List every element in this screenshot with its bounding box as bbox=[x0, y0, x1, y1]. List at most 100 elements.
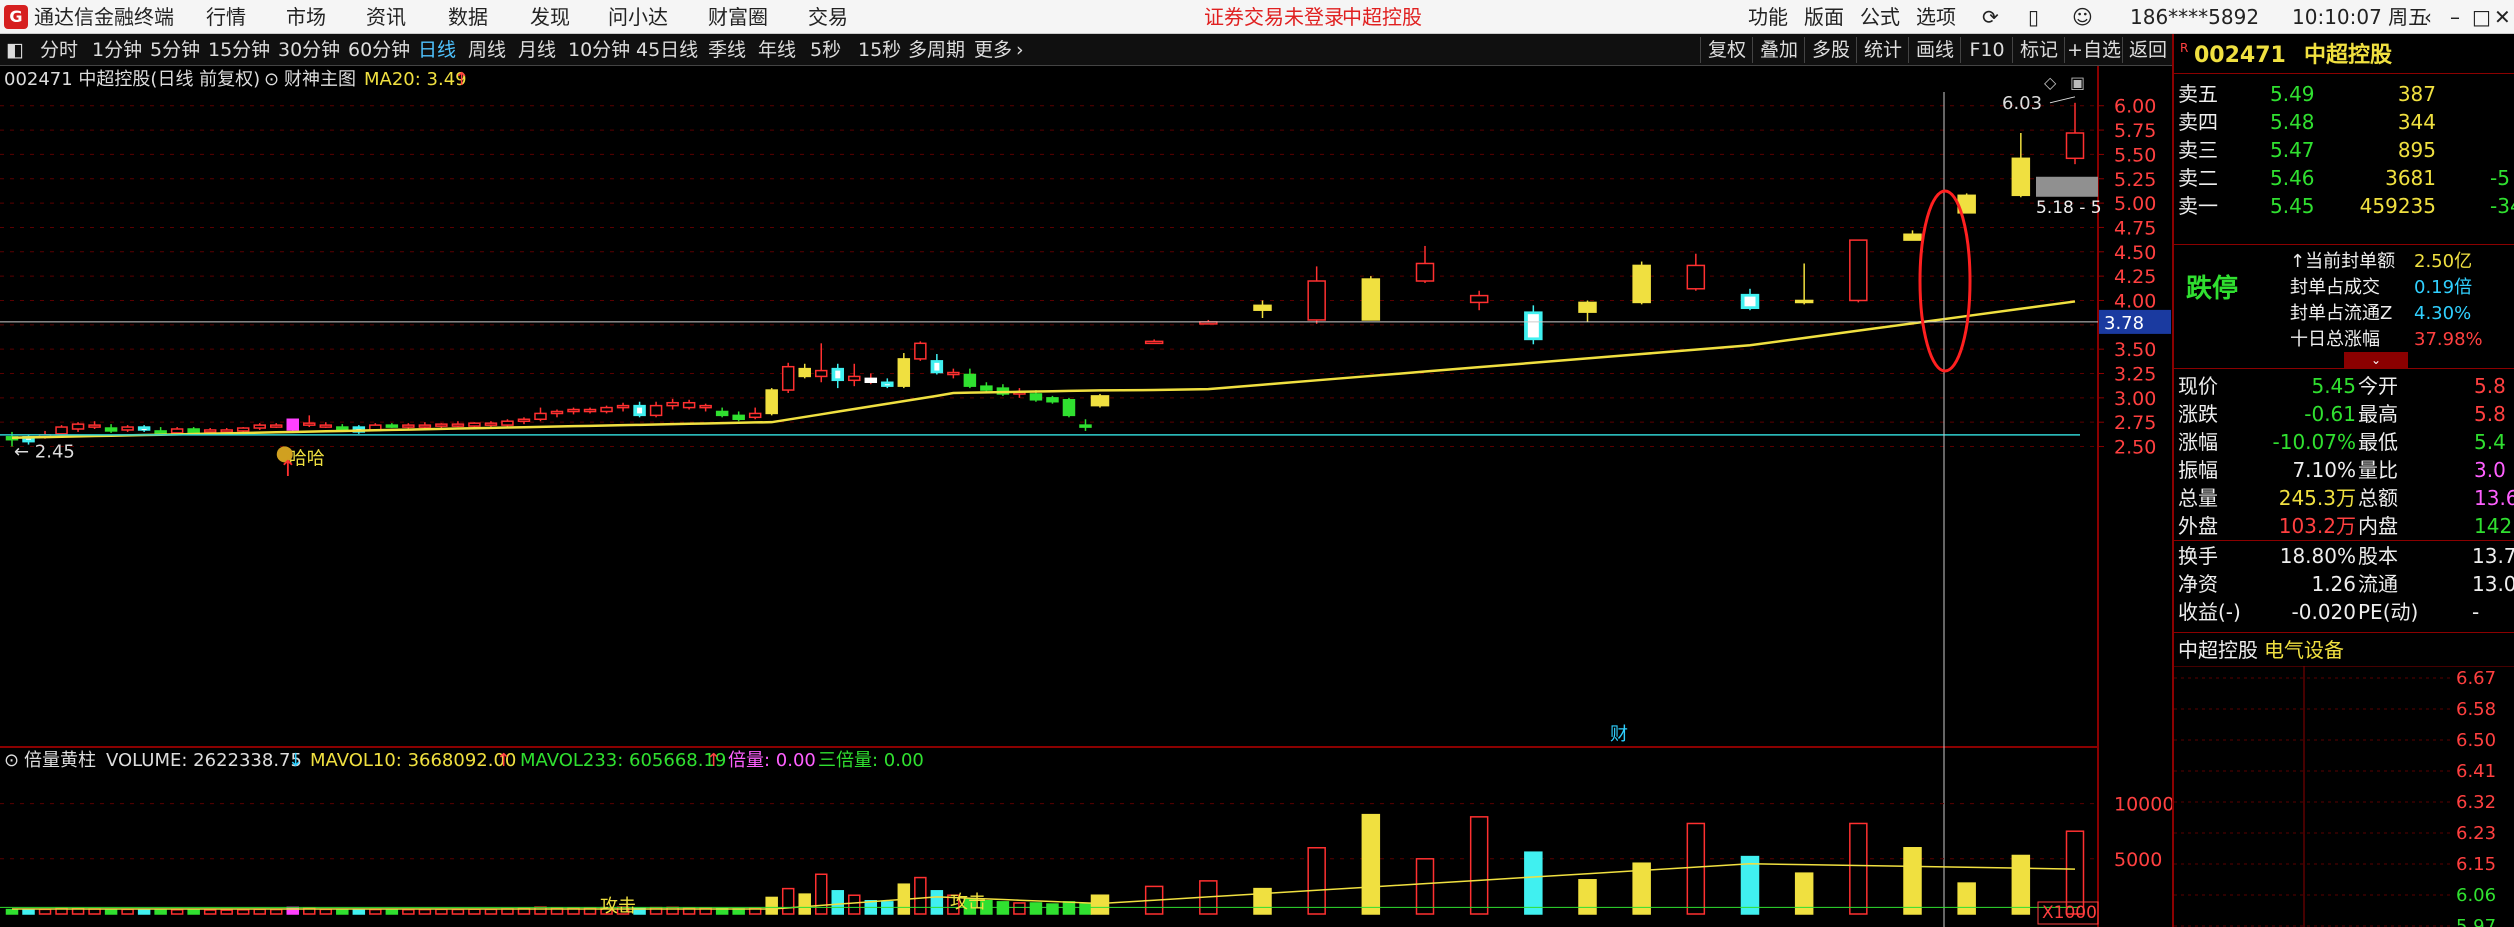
candle[interactable] bbox=[286, 418, 300, 431]
candle[interactable] bbox=[798, 363, 811, 379]
volume-bar[interactable] bbox=[352, 909, 366, 915]
candle[interactable] bbox=[914, 341, 927, 361]
candle[interactable] bbox=[137, 425, 151, 432]
volume-bar[interactable] bbox=[881, 901, 894, 915]
volume-bar[interactable] bbox=[1469, 816, 1489, 915]
back-arrow-icon[interactable]: ‹ bbox=[2424, 0, 2432, 34]
ask-row[interactable]: 卖四 5.48 344 bbox=[2174, 108, 2514, 136]
tab-season[interactable]: 季线 bbox=[708, 34, 746, 66]
phone-icon[interactable]: ▯ bbox=[2028, 0, 2039, 34]
volume-bar[interactable] bbox=[914, 876, 927, 915]
more-chevron-icon[interactable]: › bbox=[1016, 34, 1024, 66]
candle[interactable] bbox=[484, 421, 498, 428]
volume-bar[interactable] bbox=[1849, 822, 1868, 915]
candle[interactable] bbox=[682, 399, 696, 410]
candle[interactable] bbox=[319, 422, 333, 429]
volume-indicator-icon[interactable]: ⊙ bbox=[4, 747, 19, 775]
volume-indicator-name[interactable]: 倍量黄柱 bbox=[24, 747, 96, 775]
volume-bar[interactable] bbox=[1524, 851, 1543, 915]
volume-bar[interactable] bbox=[220, 909, 233, 915]
volume-bar[interactable] bbox=[187, 909, 200, 915]
candle[interactable] bbox=[1578, 300, 1597, 322]
tab-45day[interactable]: 45日线 bbox=[636, 34, 698, 66]
candle[interactable] bbox=[550, 409, 564, 418]
volume-bar[interactable] bbox=[385, 909, 399, 915]
tab-5sec[interactable]: 5秒 bbox=[810, 34, 841, 66]
candle[interactable] bbox=[1849, 239, 1868, 303]
candle[interactable] bbox=[104, 424, 118, 433]
candle[interactable] bbox=[1794, 263, 1814, 305]
close-icon[interactable]: ✕ bbox=[2494, 0, 2511, 34]
candle[interactable] bbox=[831, 363, 845, 389]
ask-row[interactable]: 卖三 5.47 895 bbox=[2174, 136, 2514, 164]
candle[interactable] bbox=[1524, 305, 1543, 345]
menu-item-xuanxiang[interactable]: 选项 bbox=[1916, 0, 1956, 34]
candle[interactable] bbox=[1469, 290, 1489, 311]
candle[interactable] bbox=[1632, 261, 1651, 305]
tab-monthly[interactable]: 月线 bbox=[518, 34, 556, 66]
volume-bar[interactable] bbox=[170, 909, 184, 915]
back-button[interactable]: 返回 bbox=[2124, 34, 2172, 66]
candle[interactable] bbox=[715, 407, 729, 418]
menu-item-faxian[interactable]: 发现 bbox=[530, 0, 570, 34]
volume-bar[interactable] bbox=[1578, 879, 1597, 915]
volume-bar[interactable] bbox=[418, 908, 432, 915]
menu-item-caifuquan[interactable]: 财富圈 bbox=[708, 0, 768, 34]
candle[interactable] bbox=[881, 378, 894, 389]
candle[interactable] bbox=[848, 363, 861, 387]
menu-item-banmian[interactable]: 版面 bbox=[1804, 0, 1844, 34]
tab-1min[interactable]: 1分钟 bbox=[92, 34, 142, 66]
volume-bar[interactable] bbox=[5, 908, 19, 915]
volume-bar[interactable] bbox=[1090, 894, 1110, 915]
ask-row[interactable]: 卖二 5.46 3681 -5 bbox=[2174, 164, 2514, 192]
menu-item-zixun[interactable]: 资讯 bbox=[366, 0, 406, 34]
menu-item-shuju[interactable]: 数据 bbox=[448, 0, 488, 34]
candle[interactable] bbox=[1079, 419, 1092, 431]
candle[interactable] bbox=[666, 398, 679, 410]
candle[interactable] bbox=[748, 407, 762, 420]
user-phone[interactable]: 186****5892 bbox=[2130, 0, 2259, 34]
candle[interactable] bbox=[732, 411, 745, 422]
kline-chart[interactable]: 6.005.755.505.255.004.754.504.254.003.75… bbox=[0, 66, 2172, 927]
volume-bar[interactable] bbox=[435, 908, 448, 915]
login-warning[interactable]: 证券交易未登录 bbox=[1204, 0, 1344, 34]
volume-bar[interactable] bbox=[534, 906, 547, 915]
candle[interactable] bbox=[897, 353, 911, 389]
volume-bar[interactable] bbox=[930, 890, 944, 915]
candle[interactable] bbox=[402, 423, 415, 429]
candle[interactable] bbox=[71, 422, 85, 432]
candle[interactable] bbox=[616, 402, 630, 412]
volume-bar[interactable] bbox=[22, 909, 35, 915]
candle[interactable] bbox=[269, 423, 283, 429]
candle[interactable] bbox=[534, 407, 547, 422]
candle[interactable] bbox=[1903, 230, 1922, 241]
tab-yearly[interactable]: 年线 bbox=[758, 34, 796, 66]
candle[interactable] bbox=[517, 417, 531, 425]
tab-more[interactable]: 更多 bbox=[974, 34, 1012, 66]
collapse-chevron-icon[interactable]: ⌄ bbox=[2344, 352, 2408, 368]
menu-item-gongneng[interactable]: 功能 bbox=[1748, 0, 1788, 34]
volume-bar[interactable] bbox=[137, 908, 151, 915]
candle[interactable] bbox=[385, 423, 399, 429]
candle[interactable] bbox=[253, 423, 266, 430]
mark-button[interactable]: 标记 bbox=[2014, 34, 2064, 66]
tab-15sec[interactable]: 15秒 bbox=[858, 34, 901, 66]
volume-bar[interactable] bbox=[38, 908, 52, 915]
volume-bar[interactable] bbox=[121, 908, 134, 915]
candle[interactable] bbox=[980, 382, 993, 392]
volume-bar[interactable] bbox=[154, 909, 167, 915]
candle[interactable] bbox=[2011, 133, 2031, 198]
volume-bar[interactable] bbox=[336, 909, 349, 915]
volume-bar[interactable] bbox=[1029, 902, 1043, 915]
candle[interactable] bbox=[1046, 395, 1059, 404]
candle[interactable] bbox=[303, 415, 316, 428]
candle[interactable] bbox=[1253, 300, 1272, 318]
candle[interactable] bbox=[2065, 102, 2085, 165]
candle[interactable] bbox=[1740, 288, 1760, 311]
tab-5min[interactable]: 5分钟 bbox=[150, 34, 200, 66]
candle[interactable] bbox=[930, 354, 944, 375]
tab-60min[interactable]: 60分钟 bbox=[348, 34, 410, 66]
tab-daily[interactable]: 日线 bbox=[418, 34, 456, 66]
ask-row[interactable]: 卖五 5.49 387 bbox=[2174, 80, 2514, 108]
candle[interactable] bbox=[963, 368, 977, 389]
